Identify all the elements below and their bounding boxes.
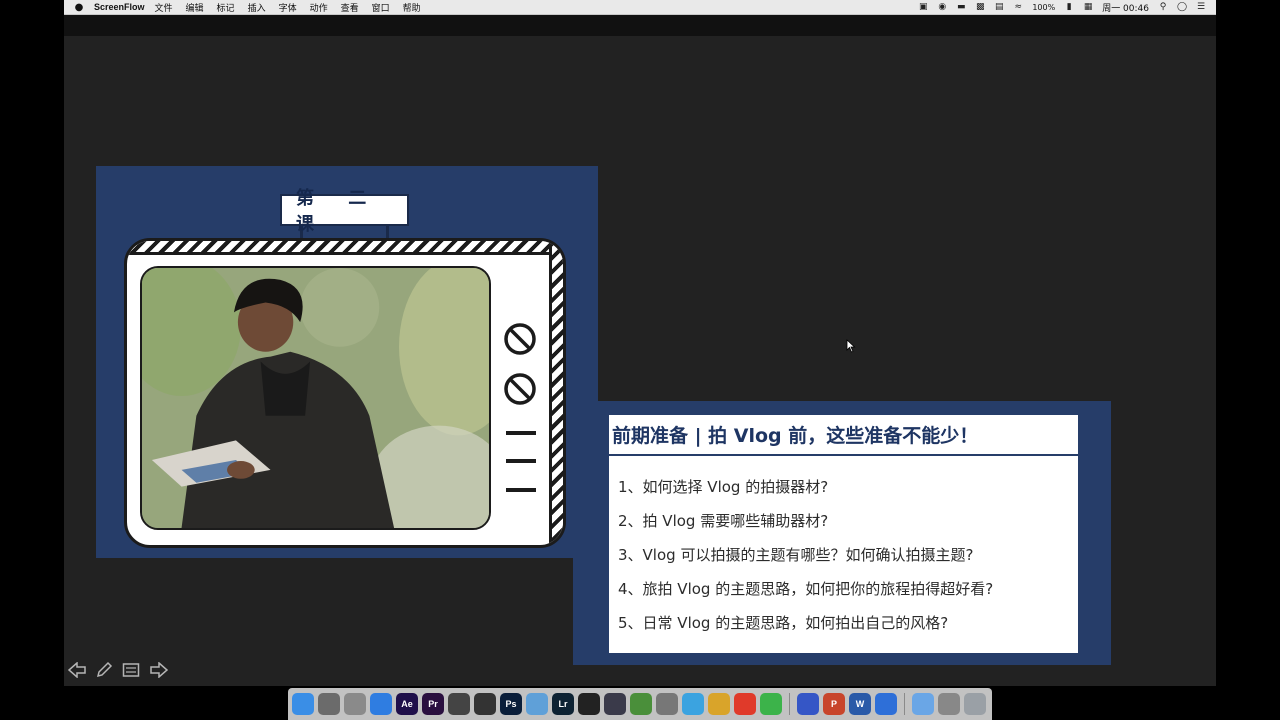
- screen-record-icon[interactable]: ▣: [918, 2, 928, 12]
- slide-title: 前期准备 | 拍 Vlog 前，这些准备不能少！: [609, 415, 1078, 456]
- premiere-icon[interactable]: Pr: [422, 693, 444, 715]
- menu-markers[interactable]: 标记: [217, 1, 235, 14]
- qq-icon[interactable]: [578, 693, 600, 715]
- topic-list: 1、如何选择 Vlog 的拍摄器材? 2、拍 Vlog 需要哪些辅助器材? 3、…: [618, 476, 1073, 646]
- tv-dial-icon: [504, 323, 536, 355]
- screenflow-icon[interactable]: [797, 693, 819, 715]
- photoshop-icon[interactable]: Ps: [500, 693, 522, 715]
- slides-icon[interactable]: [121, 660, 141, 680]
- lightroom-icon[interactable]: Lr: [552, 693, 574, 715]
- next-arrow-icon[interactable]: [149, 660, 169, 680]
- trash-icon[interactable]: [964, 693, 986, 715]
- prev-arrow-icon[interactable]: [67, 660, 87, 680]
- mouse-cursor-icon: [846, 339, 856, 353]
- folder-icon[interactable]: [912, 693, 934, 715]
- tv-top-stripes: [127, 241, 563, 255]
- preview-icon[interactable]: [938, 693, 960, 715]
- menu-view[interactable]: 查看: [341, 1, 359, 14]
- notification-center-icon[interactable]: ☰: [1196, 2, 1206, 12]
- pen-icon[interactable]: [94, 660, 114, 680]
- after-effects-icon[interactable]: Ae: [396, 693, 418, 715]
- status-area: ▣ ◉ ▬ ▩ ▤ ≈ 100% ▮ ▦ 周一 00:46 ⚲ ◯ ☰: [918, 1, 1216, 14]
- chrome-icon[interactable]: [708, 693, 730, 715]
- screenshot-icon[interactable]: [656, 693, 678, 715]
- powerpoint-icon[interactable]: P: [823, 693, 845, 715]
- search-app-icon[interactable]: [682, 693, 704, 715]
- clock[interactable]: 周一 00:46: [1102, 1, 1149, 14]
- tv-speaker-line: [506, 488, 536, 492]
- spotlight-search-icon[interactable]: ⚲: [1158, 2, 1168, 12]
- menu-bar: ● ScreenFlow 文件 编辑 标记 插入 字体 动作 查看 窗口 帮助 …: [64, 0, 1216, 15]
- app-menu[interactable]: ScreenFlow: [94, 2, 145, 12]
- list-item: 3、Vlog 可以拍摄的主题有哪些？如何确认拍摄主题?: [618, 546, 974, 564]
- window-top-gap: [64, 15, 1216, 36]
- menu-help[interactable]: 帮助: [403, 1, 421, 14]
- dock-separator: [789, 693, 790, 715]
- word-icon[interactable]: W: [849, 693, 871, 715]
- wifi-icon[interactable]: ≈: [1013, 2, 1023, 12]
- gif-icon[interactable]: [630, 693, 652, 715]
- person-reading-image: [142, 268, 489, 528]
- menu-edit[interactable]: 编辑: [186, 1, 204, 14]
- wechat-icon[interactable]: [760, 693, 782, 715]
- menu-font[interactable]: 字体: [279, 1, 297, 14]
- vpn-icon[interactable]: [604, 693, 626, 715]
- monitor-icon[interactable]: ▩: [975, 2, 985, 12]
- menu-actions[interactable]: 动作: [310, 1, 328, 14]
- info-icon[interactable]: [526, 693, 548, 715]
- system-preferences-icon[interactable]: [344, 693, 366, 715]
- list-item: 5、日常 Vlog 的主题思路，如何拍出自己的风格?: [618, 614, 949, 632]
- menu-file[interactable]: 文件: [155, 1, 173, 14]
- baidu-netdisk-icon[interactable]: [875, 693, 897, 715]
- list-item: 1、如何选择 Vlog 的拍摄器材?: [618, 478, 829, 496]
- lesson-tag: 第 二 课: [280, 188, 409, 235]
- safari-icon[interactable]: [370, 693, 392, 715]
- menu-insert[interactable]: 插入: [248, 1, 266, 14]
- final-cut-icon[interactable]: [448, 693, 470, 715]
- launchpad-icon[interactable]: [318, 693, 340, 715]
- list-item: 4、旅拍 Vlog 的主题思路，如何把你的旅程拍得超好看?: [618, 580, 994, 598]
- siri-icon[interactable]: ◯: [1177, 2, 1187, 12]
- battery-icon[interactable]: ▮: [1064, 2, 1074, 12]
- apple-menu-icon[interactable]: ●: [64, 2, 94, 13]
- eye-icon[interactable]: ◉: [937, 2, 947, 12]
- finder-icon[interactable]: [292, 693, 314, 715]
- davinci-icon[interactable]: [474, 693, 496, 715]
- tv-side-stripes: [549, 241, 563, 545]
- calendar-icon[interactable]: ▦: [1083, 2, 1093, 12]
- cast-icon[interactable]: ▬: [956, 2, 966, 12]
- tv-speaker-line: [506, 459, 536, 463]
- weibo-icon[interactable]: [734, 693, 756, 715]
- menu-window[interactable]: 窗口: [372, 1, 390, 14]
- video-screen-photo: [140, 266, 491, 530]
- battery-percent: 100%: [1032, 2, 1056, 12]
- list-item: 2、拍 Vlog 需要哪些辅助器材?: [618, 512, 829, 530]
- dock-separator: [904, 693, 905, 715]
- printer-icon[interactable]: ▤: [994, 2, 1004, 12]
- tv-dial-icon: [504, 373, 536, 405]
- tv-speaker-line: [506, 431, 536, 435]
- dock: Ae Pr Ps Lr P W: [288, 688, 992, 720]
